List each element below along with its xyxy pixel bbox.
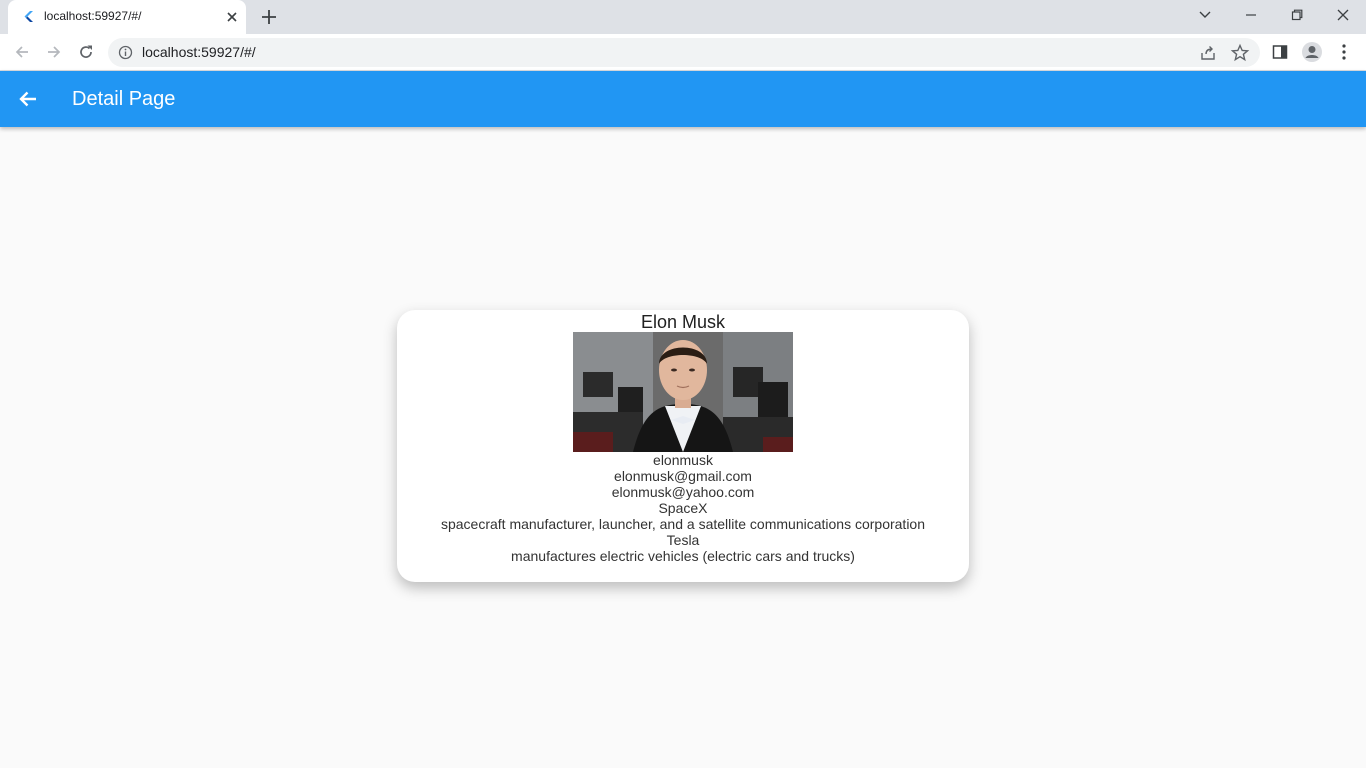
profile-username: elonmusk	[653, 452, 713, 468]
share-icon[interactable]	[1198, 43, 1218, 63]
page-title: Detail Page	[72, 88, 176, 110]
profile-avatar-icon[interactable]	[1301, 41, 1323, 63]
flutter-favicon-icon	[24, 11, 33, 22]
back-arrow-icon[interactable]	[12, 42, 32, 62]
company-description: manufactures electric vehicles (electric…	[511, 548, 855, 564]
address-bar[interactable]: localhost:59927/#/	[108, 38, 1260, 67]
close-window-icon[interactable]	[1320, 0, 1366, 30]
company-name: SpaceX	[658, 500, 708, 516]
profile-name: Elon Musk	[640, 312, 726, 332]
url-text[interactable]: localhost:59927/#/	[142, 44, 256, 60]
tab-search-chevron-down-icon[interactable]	[1182, 0, 1228, 30]
portrait-image	[573, 332, 793, 452]
back-button[interactable]	[14, 85, 42, 113]
new-tab-icon[interactable]	[260, 8, 278, 26]
side-panel-icon[interactable]	[1270, 42, 1290, 62]
company-name: Tesla	[666, 532, 700, 548]
profile-card: Elon Musk elonmusk elonmusk@gmail.com el…	[397, 310, 969, 582]
profile-email-primary: elonmusk@gmail.com	[614, 468, 752, 484]
tab-title: localhost:59927/#/	[44, 9, 142, 23]
more-menu-icon[interactable]	[1334, 42, 1354, 62]
forward-arrow-icon[interactable]	[44, 42, 64, 62]
site-info-icon[interactable]	[118, 45, 133, 60]
app-bar: Detail Page	[0, 71, 1366, 127]
arrow-back-icon	[19, 91, 36, 107]
profile-photo	[573, 332, 793, 452]
profile-email-secondary: elonmusk@yahoo.com	[611, 484, 755, 500]
bookmark-star-icon[interactable]	[1230, 43, 1250, 63]
reload-icon[interactable]	[76, 42, 96, 62]
profile-details: elonmusk elonmusk@gmail.com elonmusk@yah…	[397, 452, 969, 564]
browser-toolbar: localhost:59927/#/	[0, 34, 1366, 71]
restore-window-icon[interactable]	[1274, 0, 1320, 30]
browser-tab[interactable]: localhost:59927/#/	[8, 0, 246, 34]
minimize-window-icon[interactable]	[1228, 0, 1274, 30]
browser-tabstrip: localhost:59927/#/	[0, 0, 1366, 34]
close-tab-icon[interactable]	[224, 9, 240, 25]
company-description: spacecraft manufacturer, launcher, and a…	[440, 516, 926, 532]
